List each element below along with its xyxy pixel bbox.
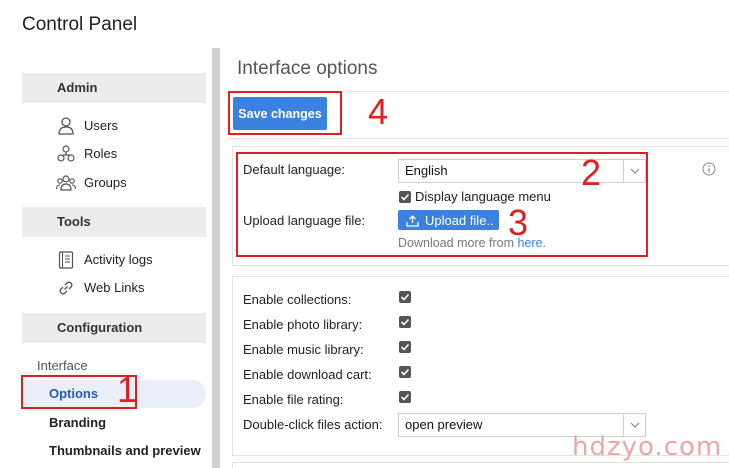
annotation-box-4 [228, 91, 342, 135]
enable-music-library-label: Enable music library: [243, 342, 364, 357]
check-icon [400, 318, 410, 326]
sidebar-item-label: Web Links [84, 280, 145, 295]
sidebar-section-tools[interactable]: Tools [22, 207, 206, 237]
sidebar-item-web-links[interactable]: Web Links [56, 278, 144, 298]
sidebar-item-label: Users [84, 118, 118, 133]
annotation-number-3: 3 [508, 202, 529, 243]
enable-download-cart-checkbox[interactable] [399, 366, 411, 378]
sidebar-item-activity-logs[interactable]: Activity logs [56, 250, 153, 270]
sidebar-scrollbar-thumb[interactable] [212, 48, 220, 468]
app-title: Control Panel [22, 14, 138, 35]
sidebar-item-thumbnails-and-preview[interactable]: Thumbnails and preview [22, 437, 206, 465]
sidebar-item-label: Groups [84, 175, 127, 190]
enable-file-rating-checkbox[interactable] [399, 391, 411, 403]
enable-photo-library-label: Enable photo library: [243, 317, 363, 332]
sidebar-section-configuration[interactable]: Configuration [22, 313, 206, 343]
check-icon [400, 368, 410, 376]
check-icon [400, 343, 410, 351]
double-click-action-label: Double-click files action: [243, 417, 383, 432]
page-title: Interface options [237, 58, 378, 79]
check-icon [400, 393, 410, 401]
enable-download-cart-label: Enable download cart: [243, 367, 372, 382]
sidebar-item-roles[interactable]: Roles [56, 144, 117, 164]
sidebar-item-users[interactable]: Users [56, 116, 118, 136]
enable-collections-label: Enable collections: [243, 292, 352, 307]
divider [228, 138, 729, 139]
roles-icon [56, 145, 76, 163]
sidebar-group-interface: Interface [37, 358, 88, 373]
watermark: hdzyo.com [572, 432, 723, 462]
info-icon[interactable] [702, 162, 716, 176]
sidebar-section-admin[interactable]: Admin [22, 73, 206, 103]
annotation-number-1: 1 [117, 369, 138, 410]
sidebar-item-branding[interactable]: Branding [22, 409, 206, 437]
annotation-number-4: 4 [368, 91, 389, 132]
enable-collections-checkbox[interactable] [399, 291, 411, 303]
next-panel [232, 462, 729, 468]
user-icon [56, 117, 76, 135]
enable-photo-library-checkbox[interactable] [399, 316, 411, 328]
log-icon [56, 251, 76, 269]
sidebar-item-label: Roles [84, 146, 118, 161]
link-icon [56, 279, 76, 297]
enable-music-library-checkbox[interactable] [399, 341, 411, 353]
check-icon [400, 293, 410, 301]
enable-file-rating-label: Enable file rating: [243, 392, 344, 407]
double-click-action-value: open preview [405, 417, 483, 432]
groups-icon [56, 174, 76, 192]
annotation-number-2: 2 [581, 152, 602, 193]
sidebar-item-groups[interactable]: Groups [56, 173, 127, 193]
sidebar-item-label: Activity logs [84, 252, 153, 267]
